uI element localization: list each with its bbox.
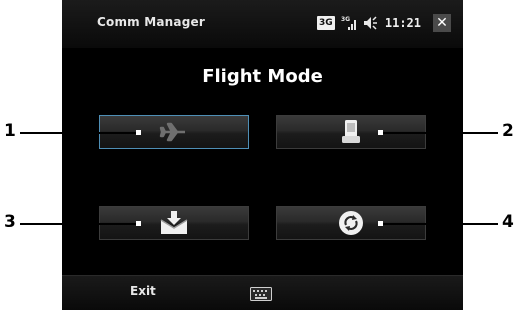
callout-label-3: 3 [4, 212, 16, 232]
callout-line-1 [20, 132, 137, 134]
signal-bars-icon: 3G [341, 16, 356, 30]
callout-dot-2 [378, 130, 383, 135]
page-title: Flight Mode [202, 66, 323, 87]
clock: 11:21 [384, 16, 421, 30]
close-icon: ✕ [436, 15, 448, 31]
speaker-icon [363, 16, 377, 30]
callout-line-2 [381, 132, 498, 134]
airplane-icon [159, 122, 185, 142]
callout-label-4: 4 [502, 212, 514, 232]
callout-line-3 [20, 223, 137, 225]
callout-line-4 [381, 223, 498, 225]
exit-softkey[interactable]: Exit [130, 284, 156, 298]
network-3g-badge: 3G [316, 16, 335, 30]
app-title: Comm Manager [97, 15, 205, 29]
callout-dot-1 [136, 130, 141, 135]
title-bar: Comm Manager 3G 3G 11:21 ✕ [62, 0, 463, 48]
device-screen: Comm Manager 3G 3G 11:21 ✕ Flight Mode E… [62, 0, 463, 310]
status-area: 3G 3G 11:21 ✕ [316, 13, 451, 33]
figure-stage: Comm Manager 3G 3G 11:21 ✕ Flight Mode E… [0, 0, 516, 310]
callout-label-1: 1 [4, 121, 16, 141]
callout-dot-4 [378, 221, 383, 226]
callout-label-2: 2 [502, 121, 514, 141]
phone-icon [342, 120, 360, 143]
sync-icon [339, 211, 363, 235]
mail-sync-icon [160, 211, 188, 234]
keyboard-icon[interactable] [250, 287, 272, 301]
svg-text:3G: 3G [341, 16, 350, 23]
callout-dot-3 [136, 221, 141, 226]
softkey-bar: Exit [62, 275, 463, 310]
close-button[interactable]: ✕ [433, 14, 451, 32]
